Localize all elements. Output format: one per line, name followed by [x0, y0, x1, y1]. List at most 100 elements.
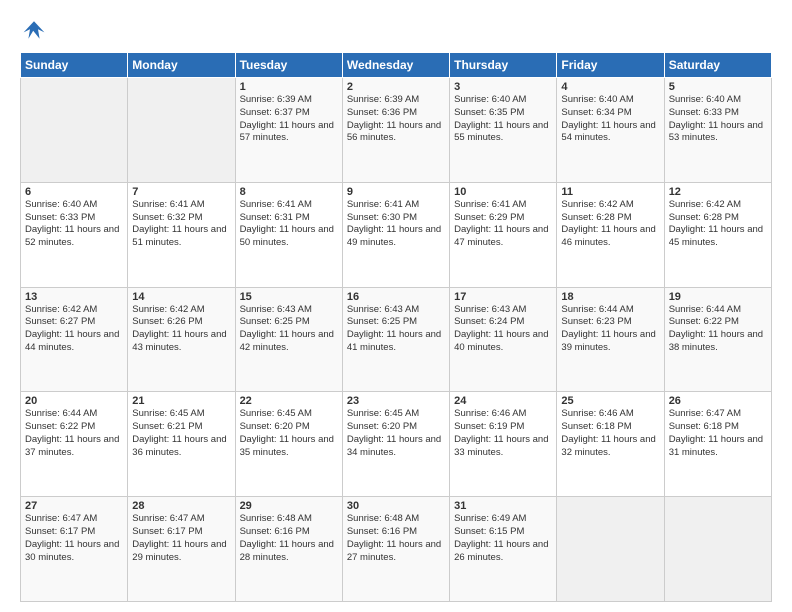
day-number: 5	[669, 81, 767, 93]
day-number: 11	[561, 186, 659, 198]
day-info: Sunrise: 6:42 AM Sunset: 6:28 PM Dayligh…	[561, 199, 659, 250]
day-number: 25	[561, 395, 659, 407]
calendar-cell: 31Sunrise: 6:49 AM Sunset: 6:15 PM Dayli…	[450, 497, 557, 602]
day-number: 21	[132, 395, 230, 407]
day-info: Sunrise: 6:42 AM Sunset: 6:27 PM Dayligh…	[25, 304, 123, 355]
day-info: Sunrise: 6:41 AM Sunset: 6:31 PM Dayligh…	[240, 199, 338, 250]
day-info: Sunrise: 6:46 AM Sunset: 6:19 PM Dayligh…	[454, 408, 552, 459]
day-number: 26	[669, 395, 767, 407]
weekday-header-tuesday: Tuesday	[235, 53, 342, 78]
day-number: 7	[132, 186, 230, 198]
calendar-cell	[557, 497, 664, 602]
calendar-cell: 20Sunrise: 6:44 AM Sunset: 6:22 PM Dayli…	[21, 392, 128, 497]
day-info: Sunrise: 6:44 AM Sunset: 6:22 PM Dayligh…	[669, 304, 767, 355]
day-number: 23	[347, 395, 445, 407]
calendar-cell: 7Sunrise: 6:41 AM Sunset: 6:32 PM Daylig…	[128, 182, 235, 287]
day-number: 28	[132, 500, 230, 512]
calendar-week-1: 1Sunrise: 6:39 AM Sunset: 6:37 PM Daylig…	[21, 78, 772, 183]
calendar-cell	[21, 78, 128, 183]
day-info: Sunrise: 6:43 AM Sunset: 6:24 PM Dayligh…	[454, 304, 552, 355]
day-number: 19	[669, 291, 767, 303]
calendar-cell: 30Sunrise: 6:48 AM Sunset: 6:16 PM Dayli…	[342, 497, 449, 602]
day-number: 2	[347, 81, 445, 93]
day-info: Sunrise: 6:44 AM Sunset: 6:23 PM Dayligh…	[561, 304, 659, 355]
day-info: Sunrise: 6:48 AM Sunset: 6:16 PM Dayligh…	[240, 513, 338, 564]
calendar-cell: 27Sunrise: 6:47 AM Sunset: 6:17 PM Dayli…	[21, 497, 128, 602]
logo	[20, 18, 46, 42]
day-info: Sunrise: 6:45 AM Sunset: 6:20 PM Dayligh…	[240, 408, 338, 459]
day-number: 4	[561, 81, 659, 93]
day-info: Sunrise: 6:43 AM Sunset: 6:25 PM Dayligh…	[347, 304, 445, 355]
calendar-week-2: 6Sunrise: 6:40 AM Sunset: 6:33 PM Daylig…	[21, 182, 772, 287]
day-number: 29	[240, 500, 338, 512]
day-info: Sunrise: 6:41 AM Sunset: 6:29 PM Dayligh…	[454, 199, 552, 250]
header	[20, 18, 772, 42]
calendar-cell: 28Sunrise: 6:47 AM Sunset: 6:17 PM Dayli…	[128, 497, 235, 602]
day-number: 17	[454, 291, 552, 303]
day-info: Sunrise: 6:40 AM Sunset: 6:33 PM Dayligh…	[25, 199, 123, 250]
day-info: Sunrise: 6:39 AM Sunset: 6:37 PM Dayligh…	[240, 94, 338, 145]
calendar-cell: 15Sunrise: 6:43 AM Sunset: 6:25 PM Dayli…	[235, 287, 342, 392]
day-number: 27	[25, 500, 123, 512]
calendar-cell: 2Sunrise: 6:39 AM Sunset: 6:36 PM Daylig…	[342, 78, 449, 183]
day-number: 16	[347, 291, 445, 303]
day-number: 24	[454, 395, 552, 407]
calendar-cell: 13Sunrise: 6:42 AM Sunset: 6:27 PM Dayli…	[21, 287, 128, 392]
day-info: Sunrise: 6:47 AM Sunset: 6:17 PM Dayligh…	[25, 513, 123, 564]
day-number: 22	[240, 395, 338, 407]
day-info: Sunrise: 6:41 AM Sunset: 6:32 PM Dayligh…	[132, 199, 230, 250]
day-info: Sunrise: 6:44 AM Sunset: 6:22 PM Dayligh…	[25, 408, 123, 459]
day-number: 8	[240, 186, 338, 198]
day-number: 12	[669, 186, 767, 198]
day-number: 15	[240, 291, 338, 303]
day-number: 13	[25, 291, 123, 303]
calendar-cell: 10Sunrise: 6:41 AM Sunset: 6:29 PM Dayli…	[450, 182, 557, 287]
calendar-cell: 19Sunrise: 6:44 AM Sunset: 6:22 PM Dayli…	[664, 287, 771, 392]
day-info: Sunrise: 6:49 AM Sunset: 6:15 PM Dayligh…	[454, 513, 552, 564]
day-number: 18	[561, 291, 659, 303]
weekday-header-wednesday: Wednesday	[342, 53, 449, 78]
day-number: 10	[454, 186, 552, 198]
day-info: Sunrise: 6:42 AM Sunset: 6:28 PM Dayligh…	[669, 199, 767, 250]
day-info: Sunrise: 6:40 AM Sunset: 6:35 PM Dayligh…	[454, 94, 552, 145]
weekday-header-monday: Monday	[128, 53, 235, 78]
calendar-cell: 26Sunrise: 6:47 AM Sunset: 6:18 PM Dayli…	[664, 392, 771, 497]
day-info: Sunrise: 6:45 AM Sunset: 6:21 PM Dayligh…	[132, 408, 230, 459]
day-info: Sunrise: 6:42 AM Sunset: 6:26 PM Dayligh…	[132, 304, 230, 355]
calendar-week-4: 20Sunrise: 6:44 AM Sunset: 6:22 PM Dayli…	[21, 392, 772, 497]
calendar-cell: 16Sunrise: 6:43 AM Sunset: 6:25 PM Dayli…	[342, 287, 449, 392]
day-number: 31	[454, 500, 552, 512]
calendar-week-3: 13Sunrise: 6:42 AM Sunset: 6:27 PM Dayli…	[21, 287, 772, 392]
calendar-cell: 18Sunrise: 6:44 AM Sunset: 6:23 PM Dayli…	[557, 287, 664, 392]
calendar-cell	[664, 497, 771, 602]
logo-bird-icon	[22, 18, 46, 42]
calendar-cell: 17Sunrise: 6:43 AM Sunset: 6:24 PM Dayli…	[450, 287, 557, 392]
calendar-cell: 22Sunrise: 6:45 AM Sunset: 6:20 PM Dayli…	[235, 392, 342, 497]
calendar-cell	[128, 78, 235, 183]
calendar-cell: 3Sunrise: 6:40 AM Sunset: 6:35 PM Daylig…	[450, 78, 557, 183]
day-info: Sunrise: 6:43 AM Sunset: 6:25 PM Dayligh…	[240, 304, 338, 355]
calendar-cell: 6Sunrise: 6:40 AM Sunset: 6:33 PM Daylig…	[21, 182, 128, 287]
day-number: 14	[132, 291, 230, 303]
weekday-header-friday: Friday	[557, 53, 664, 78]
day-info: Sunrise: 6:45 AM Sunset: 6:20 PM Dayligh…	[347, 408, 445, 459]
day-number: 20	[25, 395, 123, 407]
day-info: Sunrise: 6:47 AM Sunset: 6:17 PM Dayligh…	[132, 513, 230, 564]
calendar-cell: 11Sunrise: 6:42 AM Sunset: 6:28 PM Dayli…	[557, 182, 664, 287]
day-number: 3	[454, 81, 552, 93]
calendar-cell: 24Sunrise: 6:46 AM Sunset: 6:19 PM Dayli…	[450, 392, 557, 497]
day-info: Sunrise: 6:46 AM Sunset: 6:18 PM Dayligh…	[561, 408, 659, 459]
calendar-cell: 23Sunrise: 6:45 AM Sunset: 6:20 PM Dayli…	[342, 392, 449, 497]
calendar-cell: 9Sunrise: 6:41 AM Sunset: 6:30 PM Daylig…	[342, 182, 449, 287]
calendar-table: SundayMondayTuesdayWednesdayThursdayFrid…	[20, 52, 772, 602]
day-info: Sunrise: 6:41 AM Sunset: 6:30 PM Dayligh…	[347, 199, 445, 250]
weekday-header-sunday: Sunday	[21, 53, 128, 78]
calendar-week-5: 27Sunrise: 6:47 AM Sunset: 6:17 PM Dayli…	[21, 497, 772, 602]
calendar-cell: 29Sunrise: 6:48 AM Sunset: 6:16 PM Dayli…	[235, 497, 342, 602]
calendar-cell: 14Sunrise: 6:42 AM Sunset: 6:26 PM Dayli…	[128, 287, 235, 392]
weekday-header-thursday: Thursday	[450, 53, 557, 78]
page: SundayMondayTuesdayWednesdayThursdayFrid…	[0, 0, 792, 612]
day-number: 1	[240, 81, 338, 93]
day-info: Sunrise: 6:40 AM Sunset: 6:34 PM Dayligh…	[561, 94, 659, 145]
day-number: 9	[347, 186, 445, 198]
